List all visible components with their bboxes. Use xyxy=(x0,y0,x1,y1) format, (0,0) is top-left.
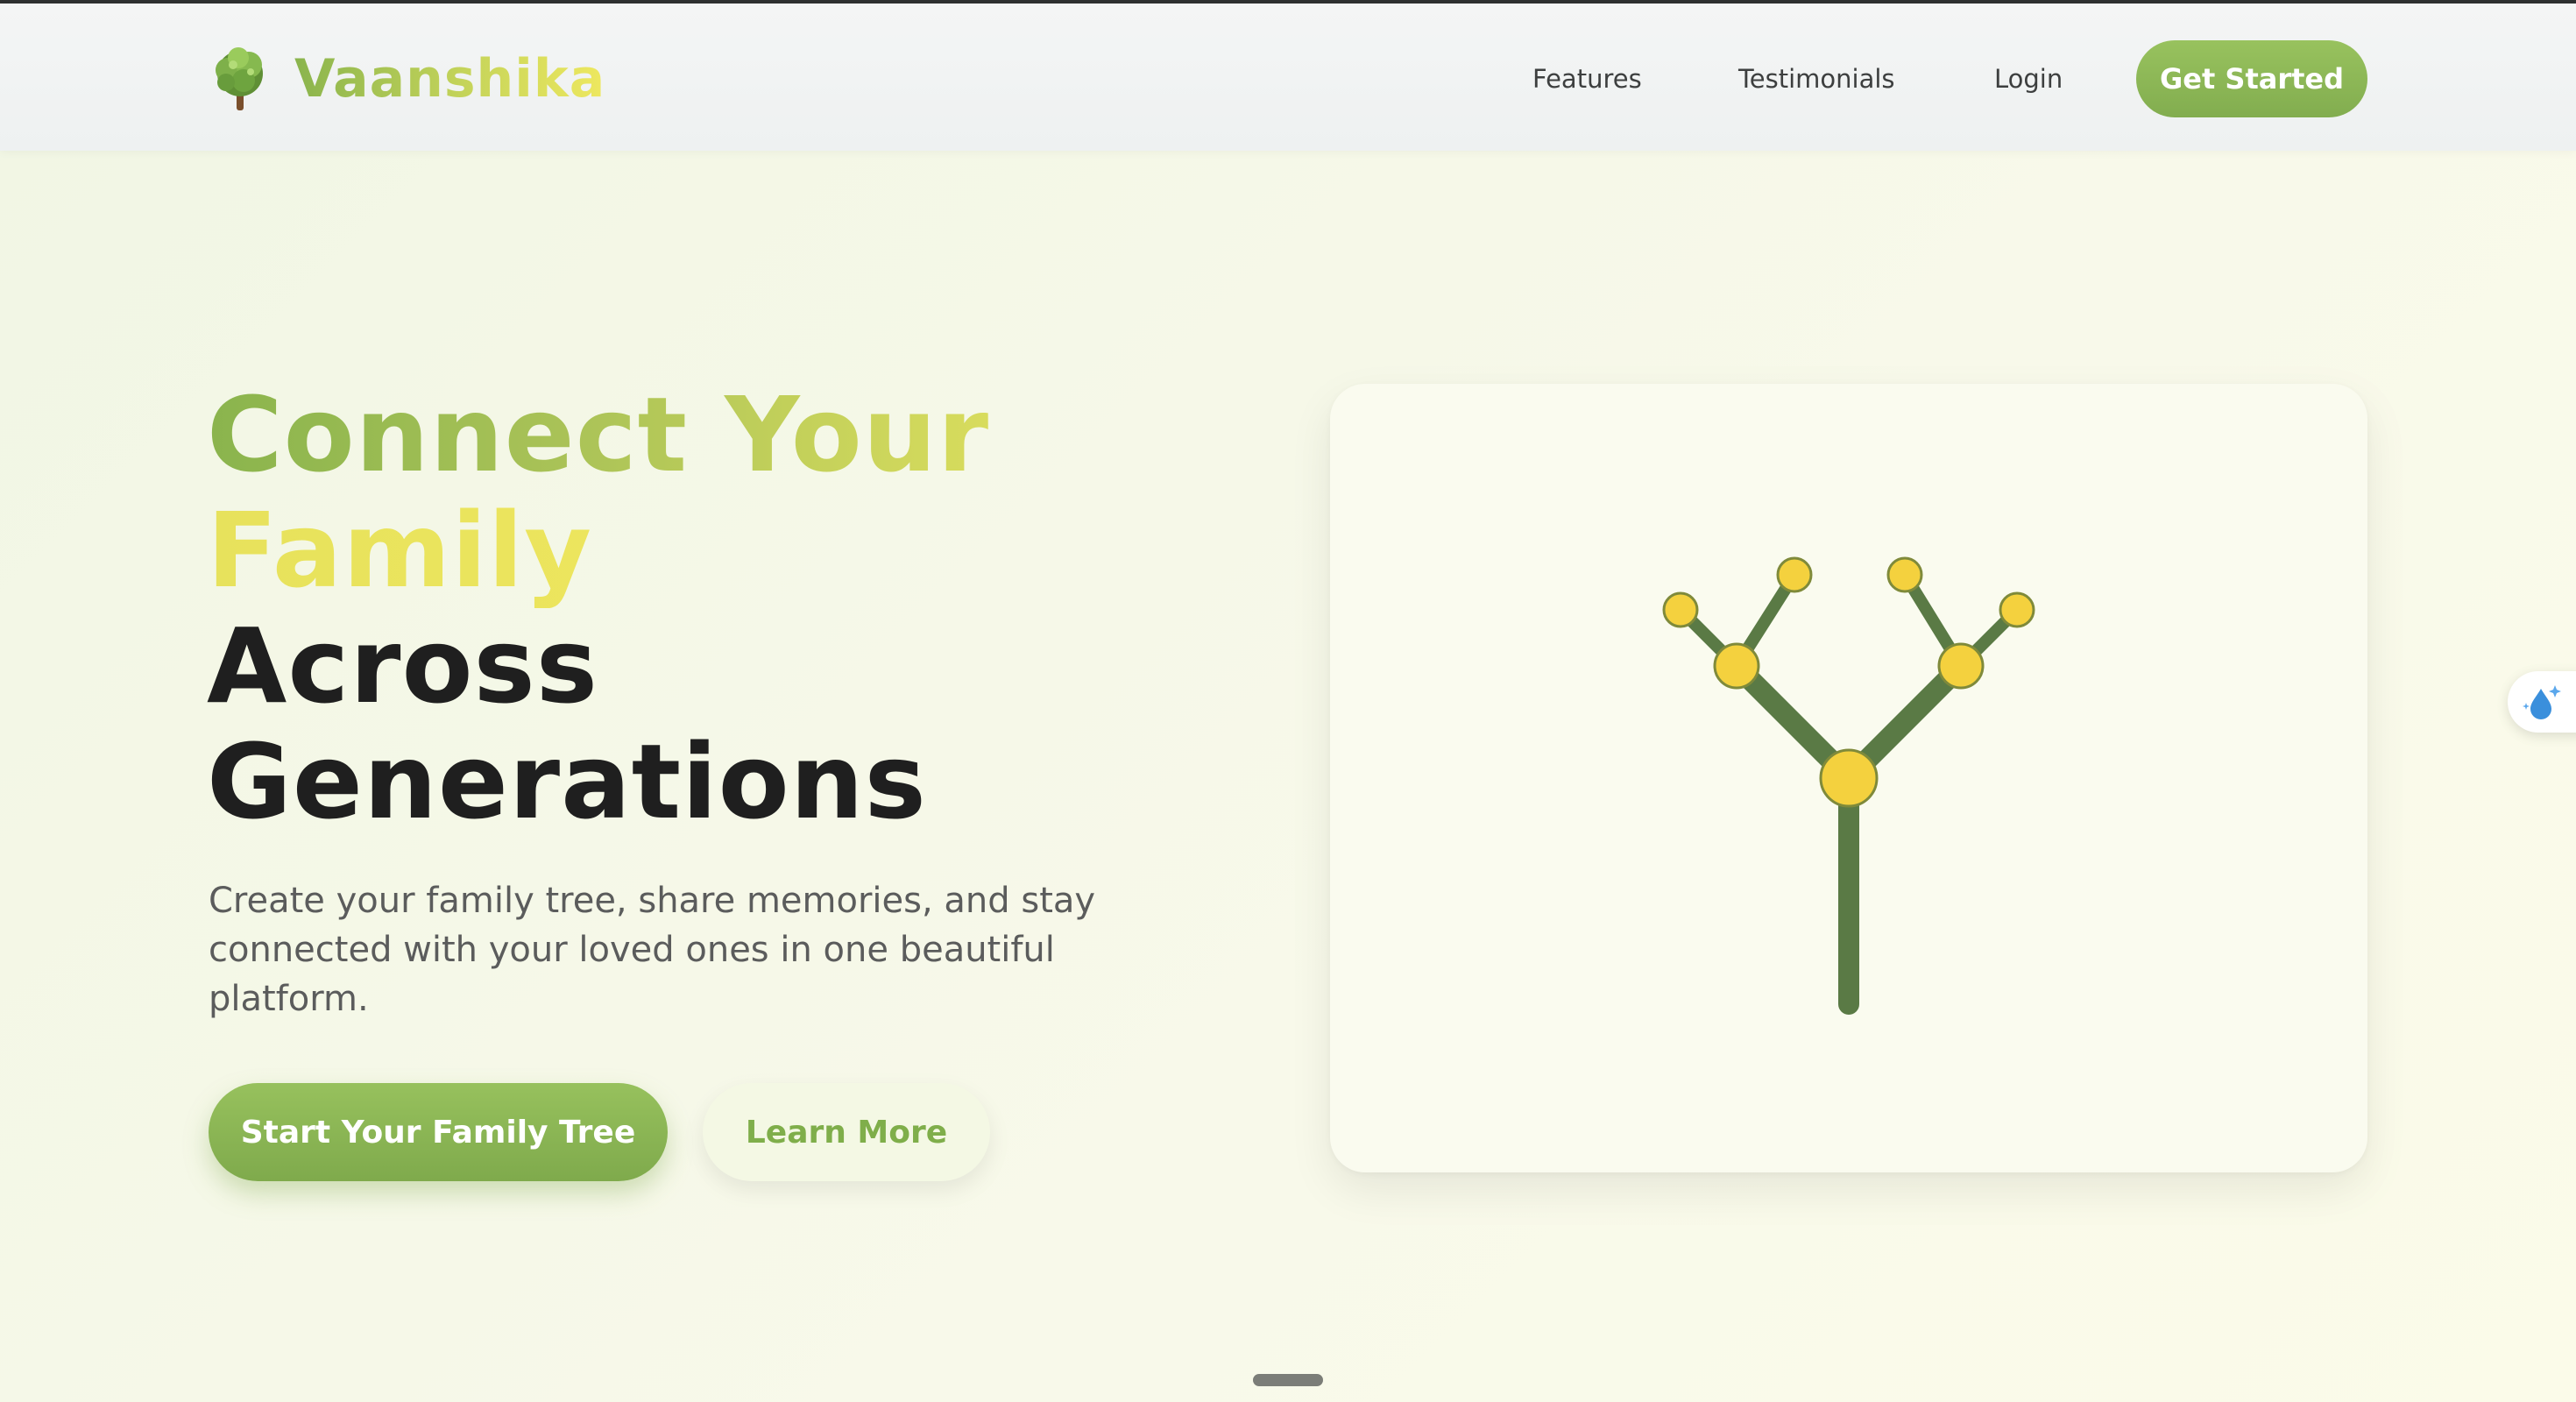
family-tree-icon xyxy=(1662,556,2035,1015)
landing-page: Vaanshika Features Testimonials Login Ge… xyxy=(0,0,2576,1402)
tree-illustration-card xyxy=(1330,384,2367,1172)
nav-link-features[interactable]: Features xyxy=(1532,63,1642,95)
brand[interactable]: Vaanshika xyxy=(209,42,605,116)
side-widget-tab[interactable] xyxy=(2508,671,2576,733)
hero-description: Create your family tree, share memories,… xyxy=(209,881,1096,1019)
nav-link-login[interactable]: Login xyxy=(1994,63,2063,95)
brand-name: Vaanshika xyxy=(294,48,606,110)
water-drop-sparkle-icon xyxy=(2523,685,2561,719)
learn-more-button[interactable]: Learn More xyxy=(703,1083,990,1181)
navbar: Vaanshika Features Testimonials Login Ge… xyxy=(0,4,2576,151)
start-family-tree-button[interactable]: Start Your Family Tree xyxy=(209,1083,668,1181)
get-started-button[interactable]: Get Started xyxy=(2136,40,2367,117)
hero-title-line-2: Family xyxy=(207,492,989,608)
nav-link-testimonials[interactable]: Testimonials xyxy=(1738,63,1895,95)
hero-title-line-4: Generations xyxy=(207,721,927,842)
hero-title-line-1: Connect Your xyxy=(207,374,990,495)
scroll-indicator-handle[interactable] xyxy=(1253,1374,1323,1386)
hero-title-line-3: Across xyxy=(207,605,599,726)
tree-logo-icon xyxy=(216,47,263,110)
hero-title: Connect Your Family Across Generations xyxy=(207,377,989,839)
